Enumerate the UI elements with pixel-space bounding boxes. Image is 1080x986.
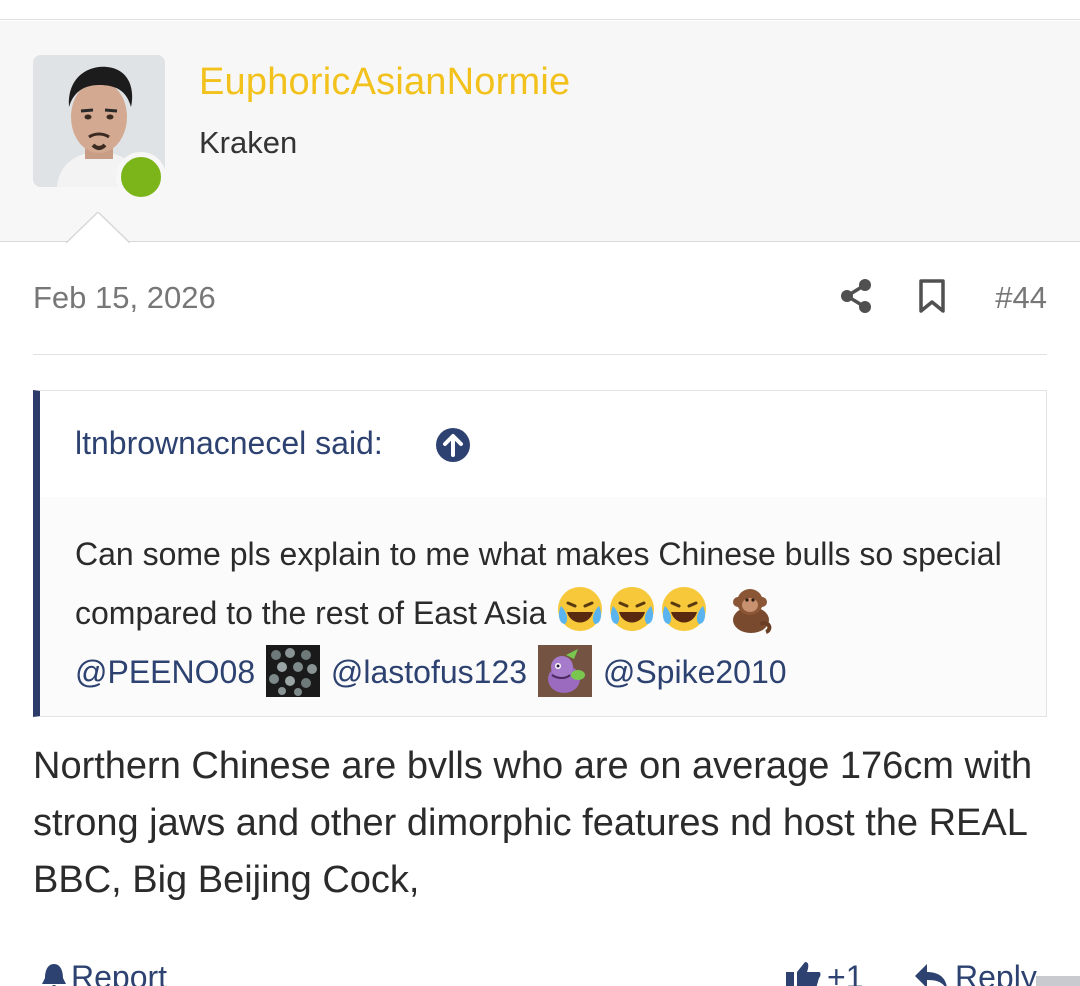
scroll-indicator xyxy=(1036,976,1080,986)
bookmark-icon[interactable] xyxy=(917,278,947,314)
mention-link[interactable]: @PEENO08 xyxy=(75,654,255,690)
report-label: Report xyxy=(71,959,168,986)
username-link[interactable]: EuphoricAsianNormie xyxy=(199,61,570,104)
like-button[interactable]: +1 xyxy=(785,959,863,986)
report-button[interactable]: Report xyxy=(41,959,167,986)
user-avatar-icon[interactable] xyxy=(266,645,320,697)
online-status-icon xyxy=(116,152,166,202)
post-meta: Feb 15, 2026 #44 xyxy=(33,270,1047,330)
mention-link[interactable]: @Spike2010 xyxy=(603,654,787,690)
post-user-header: EuphoricAsianNormie Kraken xyxy=(0,21,1080,244)
arrow-up-circle-icon[interactable] xyxy=(435,427,471,463)
quote-block: ltnbrownacnecel said: Can some pls expla… xyxy=(33,390,1047,717)
post-date[interactable]: Feb 15, 2026 xyxy=(33,280,216,316)
mention-link[interactable]: @lastofus123 xyxy=(331,654,527,690)
post-body-text: Northern Chinese are bvlls who are on av… xyxy=(33,745,1033,901)
crying-laughing-emoji-icon xyxy=(662,587,707,631)
bell-icon xyxy=(42,964,66,986)
reply-label: Reply xyxy=(955,959,1037,986)
thumbs-up-icon xyxy=(786,962,821,986)
quote-author-link[interactable]: ltnbrownacnecel said: xyxy=(75,425,383,462)
user-title: Kraken xyxy=(199,125,298,160)
top-divider xyxy=(0,0,1080,20)
crying-laughing-emoji-icon xyxy=(610,587,655,631)
reply-button[interactable]: Reply xyxy=(913,959,1037,986)
like-count: +1 xyxy=(827,959,864,986)
quote-text: Can some pls explain to me what makes Ch… xyxy=(75,536,1002,631)
monkey-emoji-icon xyxy=(733,589,772,634)
crying-laughing-emoji-icon xyxy=(558,587,603,631)
share-icon[interactable] xyxy=(839,278,873,314)
user-avatar-icon[interactable] xyxy=(537,645,592,697)
post-number-link[interactable]: #44 xyxy=(995,280,1047,316)
post-footer: Report +1 Reply xyxy=(33,955,1080,986)
quote-content: Can some pls explain to me what makes Ch… xyxy=(75,525,1025,702)
quote-header: ltnbrownacnecel said: xyxy=(40,391,1046,497)
reply-arrow-icon xyxy=(915,964,947,986)
meta-divider xyxy=(33,354,1047,355)
